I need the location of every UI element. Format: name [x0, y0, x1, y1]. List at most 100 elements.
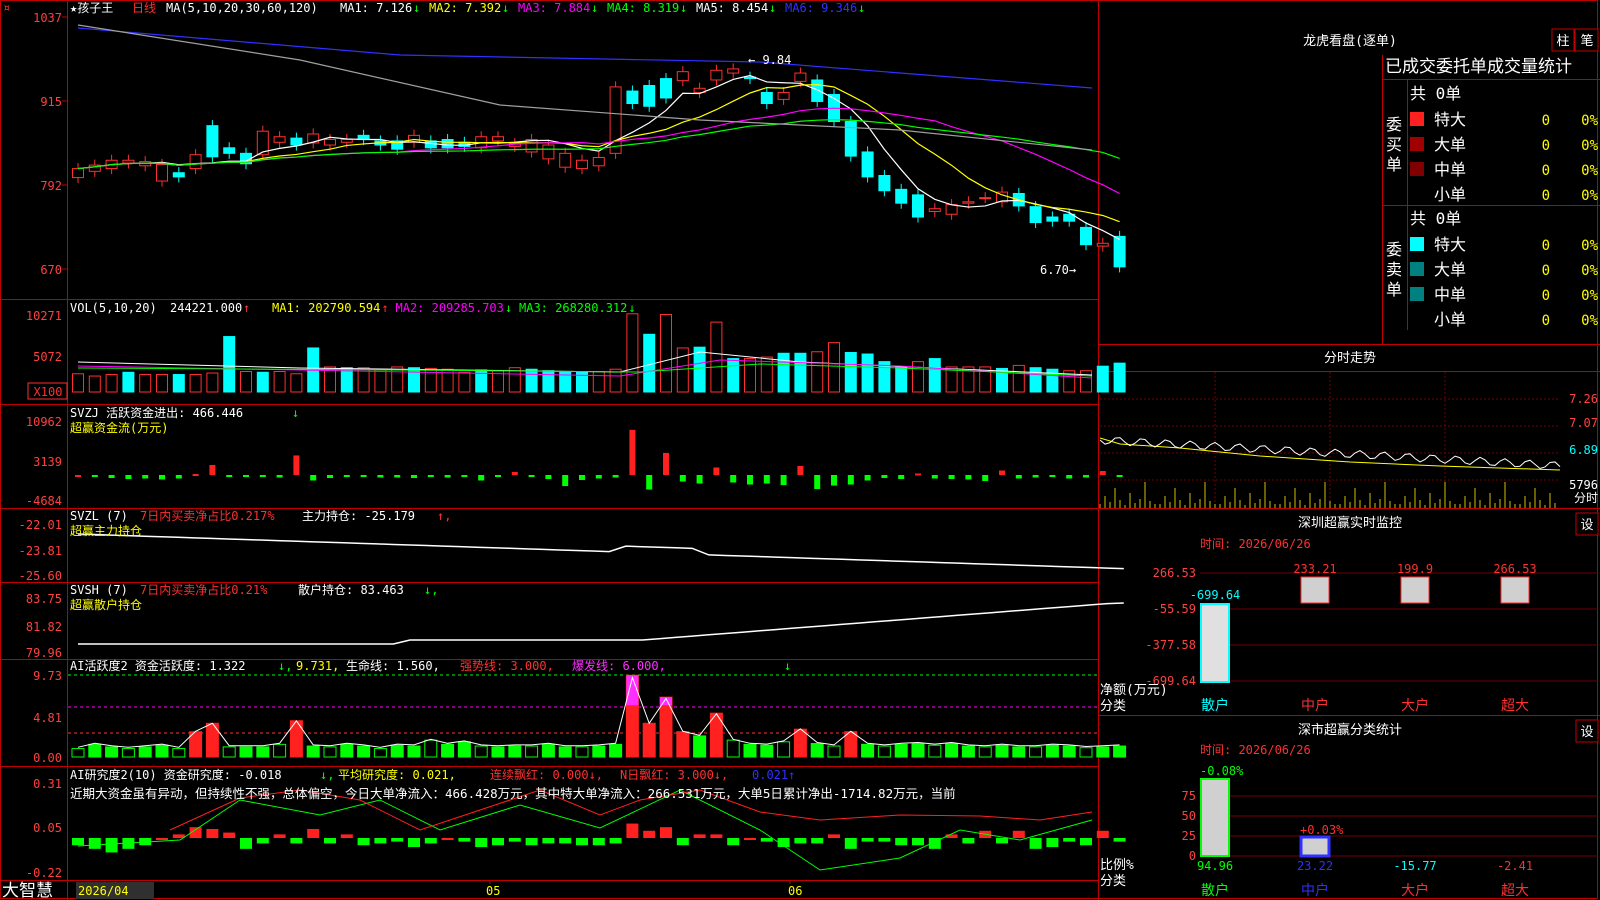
flow-tick: -4684	[26, 494, 62, 508]
flow-bar	[377, 475, 384, 478]
flow-bar	[579, 475, 585, 481]
flow-bar	[948, 475, 955, 480]
research-nred: N日飘红: 3.000↓,	[620, 767, 728, 782]
volume-bar	[206, 372, 219, 393]
research-red: 连续飘红: 0.000↓,	[490, 767, 603, 782]
legend-swatch	[1410, 312, 1424, 326]
candlestick-layer	[72, 63, 1126, 273]
monitor-time: 时间: 2026/06/26	[1200, 537, 1311, 551]
candle-body	[206, 125, 219, 158]
activity-bar	[88, 743, 102, 758]
order-side-label: 单	[1386, 280, 1402, 299]
volume-bar	[828, 342, 840, 393]
ma-arrow: ↓	[858, 1, 865, 15]
volume-bars	[72, 313, 1126, 393]
ai-title: AI活跃度2 资金活跃度: 1.322	[70, 658, 245, 673]
activity-bar	[1096, 746, 1110, 758]
flow-bar	[898, 475, 905, 480]
research-bar	[962, 838, 975, 844]
arrow: ↓,	[424, 583, 438, 597]
order-row-name: 小单	[1434, 310, 1466, 329]
ai-tick: 9.73	[33, 669, 62, 683]
section-title: 已成交委托单成交量统计	[1385, 57, 1572, 77]
candle-body	[727, 68, 740, 74]
arrow: ↑	[243, 301, 250, 315]
order-total: 共 0单	[1410, 209, 1461, 228]
flow-bar	[192, 473, 199, 476]
stats-ylabel: 比例%	[1100, 858, 1134, 873]
activity-bar	[71, 748, 85, 758]
monitor-tick: -55.59	[1153, 602, 1196, 616]
research-bar	[340, 834, 353, 838]
ma-arrow: ↓	[502, 1, 509, 15]
volume-bar	[710, 321, 723, 393]
volume-bar	[676, 347, 689, 393]
monitor-xlabel: 分类	[1100, 699, 1126, 714]
ma-value: MA2: 7.392	[429, 1, 501, 15]
candle-body	[945, 204, 958, 215]
brand-label: 大智慧	[2, 881, 53, 900]
activity-bar	[1012, 746, 1026, 758]
date-label: 2026/04	[78, 884, 129, 898]
candle-body	[710, 69, 723, 81]
right-title: 龙虎看盘(逐单)	[1303, 33, 1397, 49]
chart-canvas[interactable]: 1037 915 792 670 ← 9.84 6.70→ ★孩子王 日线 MA(5,10,20…	[0, 0, 1600, 900]
flow-bar	[713, 467, 720, 475]
volume-bar	[1029, 367, 1042, 393]
sanhu-line	[78, 602, 1124, 645]
order-side-label: 单	[1386, 155, 1402, 174]
zl-value: 主力持仓: -25.179	[302, 508, 415, 523]
candle-body	[878, 174, 891, 192]
activity-bar	[877, 745, 891, 758]
stats-bar	[1200, 778, 1230, 857]
flow-bar	[646, 475, 653, 490]
volume-bar	[1080, 370, 1092, 393]
monitor-title: 深圳超赢实时监控	[1298, 515, 1402, 531]
flow-bar	[360, 475, 367, 478]
volume-bar	[643, 333, 656, 393]
ma-value: MA5: 8.454	[696, 1, 768, 15]
activity-bar	[357, 745, 371, 758]
sh-tick: 79.96	[26, 646, 62, 660]
flow-bar	[528, 475, 535, 477]
activity-bar	[793, 728, 807, 758]
low-annotation: 6.70→	[1040, 263, 1076, 277]
monitor-bar-value: -699.64	[1190, 588, 1241, 602]
flow-bar	[293, 455, 300, 475]
monitor-tick: -377.58	[1145, 638, 1196, 652]
activity-bar	[121, 748, 135, 758]
activity-bar	[894, 743, 908, 758]
volume-bar	[172, 374, 185, 393]
volume-bar	[408, 367, 420, 393]
volume-bar	[156, 374, 168, 393]
flow-bar	[730, 475, 737, 483]
activity-bar	[777, 741, 791, 758]
fenshi-bottom-label: 分时	[1574, 491, 1598, 505]
sh-value: 散户持仓: 83.463	[298, 582, 404, 597]
monitor-bar	[1400, 576, 1430, 604]
sh-tick: 81.82	[26, 620, 62, 634]
research-bar	[676, 838, 689, 846]
candle-body	[777, 91, 790, 100]
research-bar	[996, 838, 1008, 844]
flow-bar	[142, 475, 149, 479]
flow-bar	[847, 475, 854, 485]
activity-bar	[575, 746, 589, 758]
research-bar	[223, 832, 236, 838]
research-bar	[576, 838, 588, 846]
sh-title: SVSH (7)	[70, 583, 128, 597]
vol-ma-value: MA2: 209285.703	[396, 301, 504, 315]
ai-burst: 爆发线: 6.000,	[572, 658, 666, 673]
flow-bar	[1049, 475, 1056, 477]
legend-swatch	[1410, 262, 1424, 276]
research-bar	[206, 828, 219, 838]
legend-swatch	[1410, 237, 1424, 251]
research-tick: 0.05	[33, 821, 62, 835]
candle-body	[861, 151, 874, 178]
research-avg: 平均研究度: 0.021,	[338, 767, 456, 782]
flow-bar	[226, 475, 233, 477]
research-bar	[88, 838, 101, 849]
research-bar	[626, 823, 639, 838]
research-bar	[408, 838, 420, 848]
candle-body	[273, 136, 286, 143]
